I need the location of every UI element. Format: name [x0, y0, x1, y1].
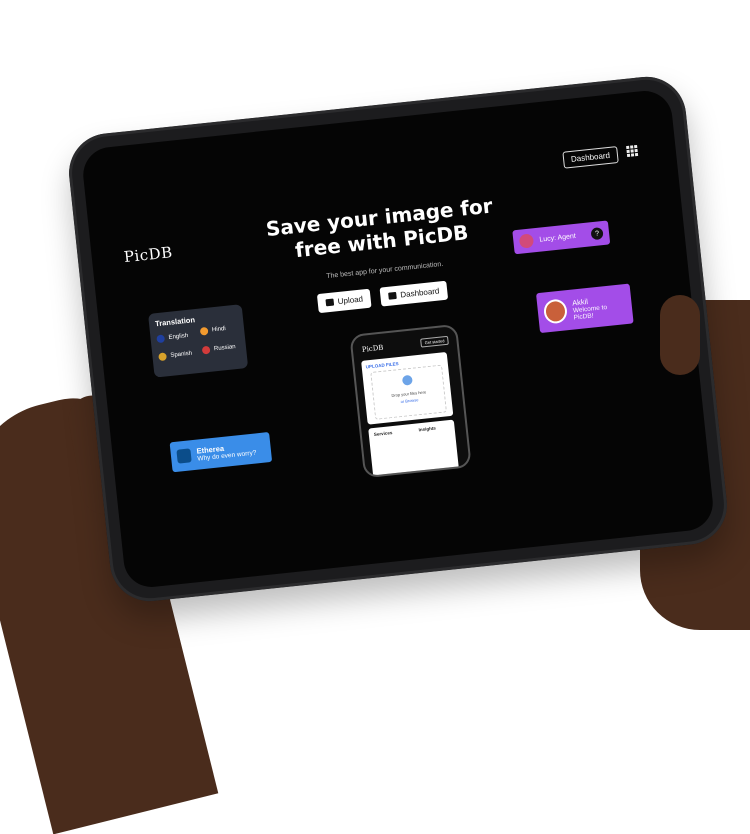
language-label: Hindi [211, 325, 227, 334]
language-english[interactable]: English [156, 332, 189, 344]
hero-title: Save your image for free with PicDB [259, 193, 503, 266]
dashboard-label: Dashboard [399, 286, 440, 300]
picdb-logo[interactable]: PicDB [123, 243, 173, 266]
translation-card: Translation English Hindi Spanish Russia… [148, 304, 249, 378]
insights-heading: Insights [418, 425, 437, 433]
upload-files-title: UPLOAD FILES [365, 361, 399, 370]
dashboard-icon [388, 291, 397, 300]
akkil-message-card[interactable]: Akkil Welcome to PicDB! [535, 283, 634, 334]
dashboard-button[interactable]: Dashboard [379, 280, 449, 307]
image-icon [325, 298, 335, 307]
phone-footer-card: Services Insights [368, 419, 459, 479]
phone-mockup: PicDB Get started UPLOAD FILES Drop your… [349, 323, 472, 479]
language-spanish[interactable]: Spanish [158, 350, 193, 362]
language-label: Russian [213, 344, 236, 353]
drop-zone[interactable]: Drop your files here or Browse [370, 364, 447, 420]
tablet-screen: PicDB Dashboard Save your image for free… [80, 88, 716, 590]
etherea-avatar [176, 448, 192, 464]
tablet-device: PicDB Dashboard Save your image for free… [65, 72, 731, 606]
lucy-name: Lucy: Agent [539, 232, 577, 244]
spain-flag-icon [158, 352, 167, 362]
language-russian[interactable]: Russian [201, 343, 236, 355]
upload-button[interactable]: Upload [316, 288, 372, 314]
grid-icon[interactable] [626, 144, 639, 158]
india-flag-icon [199, 326, 209, 336]
phone-upload-card: UPLOAD FILES Drop your files here or Bro… [361, 351, 454, 425]
language-label: Spanish [170, 350, 193, 359]
lucy-avatar [518, 233, 535, 249]
language-hindi[interactable]: Hindi [199, 325, 227, 336]
upload-label: Upload [337, 294, 364, 307]
header-dashboard-button[interactable]: Dashboard [562, 146, 619, 169]
right-thumb [660, 295, 700, 375]
uk-flag-icon [156, 334, 166, 344]
russia-flag-icon [201, 345, 211, 355]
phone-logo: PicDB [361, 343, 384, 354]
language-label: English [168, 332, 189, 341]
cloud-upload-icon [401, 374, 413, 386]
etherea-message-card[interactable]: Etherea Why do even worry? [169, 431, 273, 473]
help-icon[interactable]: ? [590, 227, 604, 241]
phone-get-started-button[interactable]: Get started [420, 335, 449, 348]
akkil-avatar [542, 298, 569, 325]
services-heading: Services [373, 430, 393, 438]
lucy-agent-chip[interactable]: Lucy: Agent ? [512, 220, 611, 255]
